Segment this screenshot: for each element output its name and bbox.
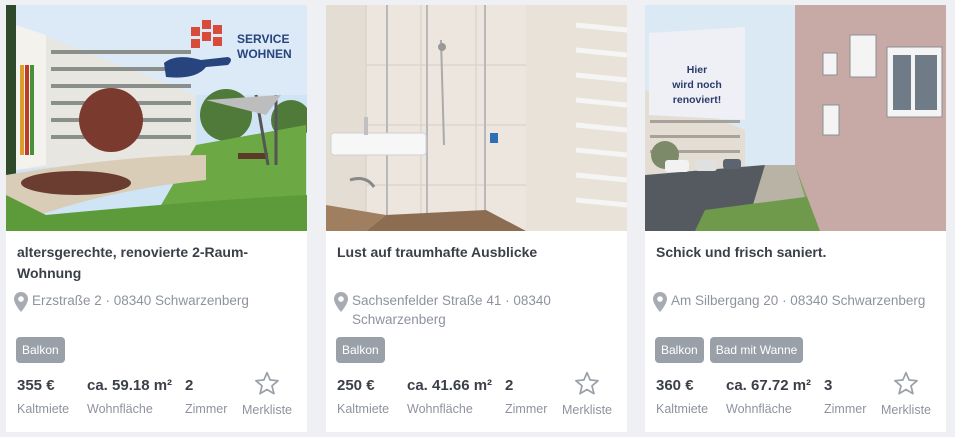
rent-value: 250 € [337, 377, 375, 394]
tag-balkon: Balkon [16, 337, 65, 363]
bookmark-button[interactable]: Merkliste [559, 371, 615, 418]
rent-stat: 250 € Kaltmiete [337, 376, 389, 417]
area-value: ca. 59.18 m² [87, 377, 173, 394]
rent-label: Kaltmiete [656, 402, 709, 416]
rooms-label: Zimmer [505, 402, 548, 416]
svg-text:Hier: Hier [687, 64, 707, 76]
address-text: Am Silbergang 20 · 08340 Schwarzenberg [671, 293, 926, 308]
rooms-label: Zimmer [824, 402, 867, 416]
listing-card[interactable]: Hier wird noch renoviert! Schick und fri… [645, 5, 946, 432]
bookmark-label[interactable]: Merkliste [239, 402, 295, 418]
svg-text:SERVICE: SERVICE [237, 32, 289, 46]
rooms-value: 2 [505, 377, 514, 394]
area-stat: ca. 59.18 m² Wohnfläche [87, 376, 172, 417]
address-text: Sachsenfelder Straße 41 · 08340 Schwarze… [352, 293, 551, 327]
area-label: Wohnfläche [87, 402, 153, 416]
rooms-stat: 2 Zimmer [505, 376, 547, 417]
rooms-stat: 2 Zimmer [185, 376, 227, 417]
listing-title[interactable]: Lust auf traumhafte Ausblicke [337, 242, 617, 263]
area-label: Wohnfläche [726, 402, 792, 416]
rent-stat: 355 € Kaltmiete [17, 376, 69, 417]
rooms-label: Zimmer [185, 402, 228, 416]
area-stat: ca. 41.66 m² Wohnfläche [407, 376, 492, 417]
bookmark-button[interactable]: Merkliste [239, 371, 295, 418]
bookmark-button[interactable]: Merkliste [878, 371, 934, 418]
location-pin-icon [653, 292, 667, 312]
listing-photo[interactable]: SERVICE WOHNEN [6, 5, 307, 231]
rent-value: 360 € [656, 377, 694, 394]
listing-card[interactable]: SERVICE WOHNEN altersgerechte, renoviert… [6, 5, 307, 432]
listing-card[interactable]: Lust auf traumhafte Ausblicke Sachsenfel… [326, 5, 627, 432]
feature-tags: Balkon Bad mit Wanne [655, 337, 804, 363]
area-stat: ca. 67.72 m² Wohnfläche [726, 376, 811, 417]
rent-value: 355 € [17, 377, 55, 394]
listing-address: Am Silbergang 20 · 08340 Schwarzenberg [653, 291, 938, 312]
svg-text:WOHNEN: WOHNEN [237, 47, 292, 61]
area-label: Wohnfläche [407, 402, 473, 416]
listing-address: Sachsenfelder Straße 41 · 08340 Schwarze… [334, 291, 619, 329]
renovation-sign: Hier wird noch renoviert! [649, 27, 745, 120]
location-pin-icon [14, 292, 28, 312]
svg-text:renoviert!: renoviert! [673, 94, 721, 106]
feature-tags: Balkon [336, 337, 385, 363]
rent-label: Kaltmiete [17, 402, 70, 416]
bookmark-label[interactable]: Merkliste [559, 402, 615, 418]
star-icon[interactable] [574, 371, 600, 396]
star-icon[interactable] [254, 371, 280, 396]
listing-address: Erzstraße 2 · 08340 Schwarzenberg [14, 291, 299, 312]
tag-bad-mit-wanne: Bad mit Wanne [709, 337, 804, 363]
listing-photo[interactable]: Hier wird noch renoviert! [645, 5, 946, 231]
listing-title[interactable]: Schick und frisch saniert. [656, 242, 936, 263]
rooms-stat: 3 Zimmer [824, 376, 866, 417]
area-value: ca. 41.66 m² [407, 377, 493, 394]
listing-photo[interactable] [326, 5, 627, 231]
tag-balkon: Balkon [655, 337, 704, 363]
location-pin-icon [334, 292, 348, 312]
rent-label: Kaltmiete [337, 402, 390, 416]
star-icon[interactable] [893, 371, 919, 396]
rooms-value: 2 [185, 377, 194, 394]
address-text: Erzstraße 2 · 08340 Schwarzenberg [32, 293, 249, 308]
tag-balkon: Balkon [336, 337, 385, 363]
bookmark-label[interactable]: Merkliste [878, 402, 934, 418]
listing-title[interactable]: altersgerechte, renovierte 2-Raum-Wohnun… [17, 242, 297, 284]
svg-text:wird noch: wird noch [671, 79, 722, 91]
feature-tags: Balkon [16, 337, 65, 363]
rent-stat: 360 € Kaltmiete [656, 376, 708, 417]
rooms-value: 3 [824, 377, 833, 394]
area-value: ca. 67.72 m² [726, 377, 812, 394]
